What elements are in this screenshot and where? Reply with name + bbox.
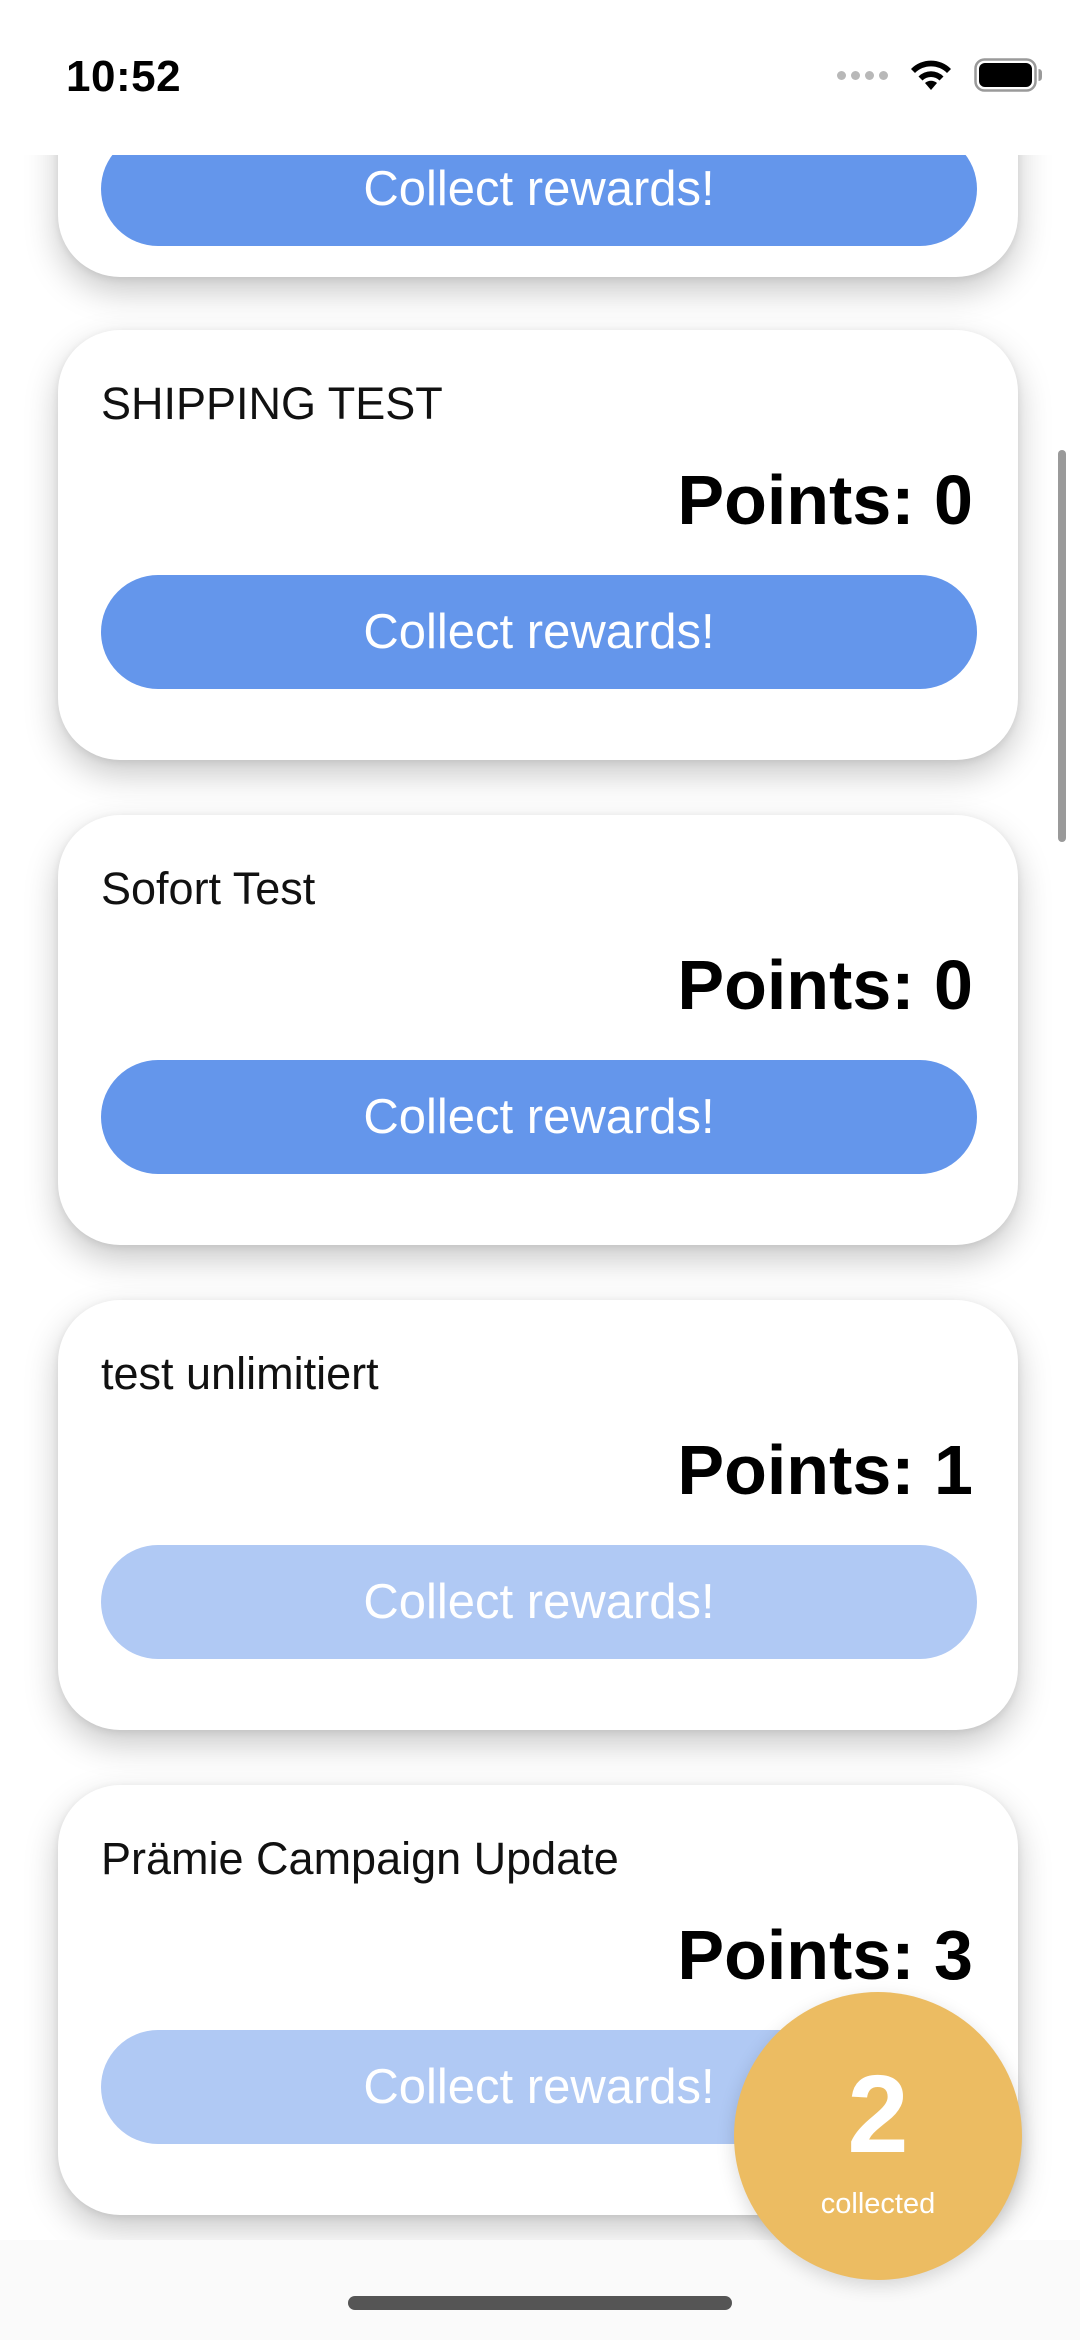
scrollbar[interactable] <box>1058 450 1066 842</box>
campaign-title: test unlimitiert <box>101 1348 379 1399</box>
collected-label: collected <box>820 2187 936 2220</box>
collect-rewards-button[interactable]: Collect rewards! <box>101 1545 977 1659</box>
home-indicator[interactable] <box>348 2296 732 2310</box>
status-time: 10:52 <box>66 52 182 101</box>
cellular-dots-icon <box>837 70 888 80</box>
collected-badge[interactable]: 2 collected <box>734 1992 1022 2280</box>
campaign-card: Sofort Test Points: 0 Collect rewards! <box>58 815 1018 1245</box>
collect-rewards-label: Collect rewards! <box>363 605 715 659</box>
campaign-points: Points: 0 <box>677 461 973 539</box>
campaign-card: test unlimitiert Points: 1 Collect rewar… <box>58 1300 1018 1730</box>
campaign-list[interactable]: Collect rewards! SHIPPING TEST Points: 0… <box>0 0 1080 2340</box>
campaign-points: Points: 0 <box>677 946 973 1024</box>
campaign-points: Points: 3 <box>677 1916 973 1994</box>
campaign-card: SHIPPING TEST Points: 0 Collect rewards! <box>58 330 1018 760</box>
status-bar: 10:52 <box>0 0 1080 155</box>
battery-icon <box>974 58 1042 92</box>
collect-rewards-label: Collect rewards! <box>363 1090 715 1144</box>
collected-count: 2 <box>847 2052 909 2176</box>
campaign-title: Sofort Test <box>101 863 316 914</box>
collect-rewards-label: Collect rewards! <box>363 162 715 216</box>
collect-rewards-button[interactable]: Collect rewards! <box>101 1060 977 1174</box>
wifi-icon <box>911 60 951 90</box>
campaign-title: SHIPPING TEST <box>101 378 443 429</box>
collect-rewards-label: Collect rewards! <box>363 1575 715 1629</box>
collect-rewards-label: Collect rewards! <box>363 2060 715 2114</box>
status-icons <box>837 58 1044 92</box>
collect-rewards-button[interactable]: Collect rewards! <box>101 575 977 689</box>
rewards-screen: Collect rewards! SHIPPING TEST Points: 0… <box>0 0 1080 2340</box>
campaign-points: Points: 1 <box>677 1431 973 1509</box>
campaign-title: Prämie Campaign Update <box>101 1833 619 1884</box>
